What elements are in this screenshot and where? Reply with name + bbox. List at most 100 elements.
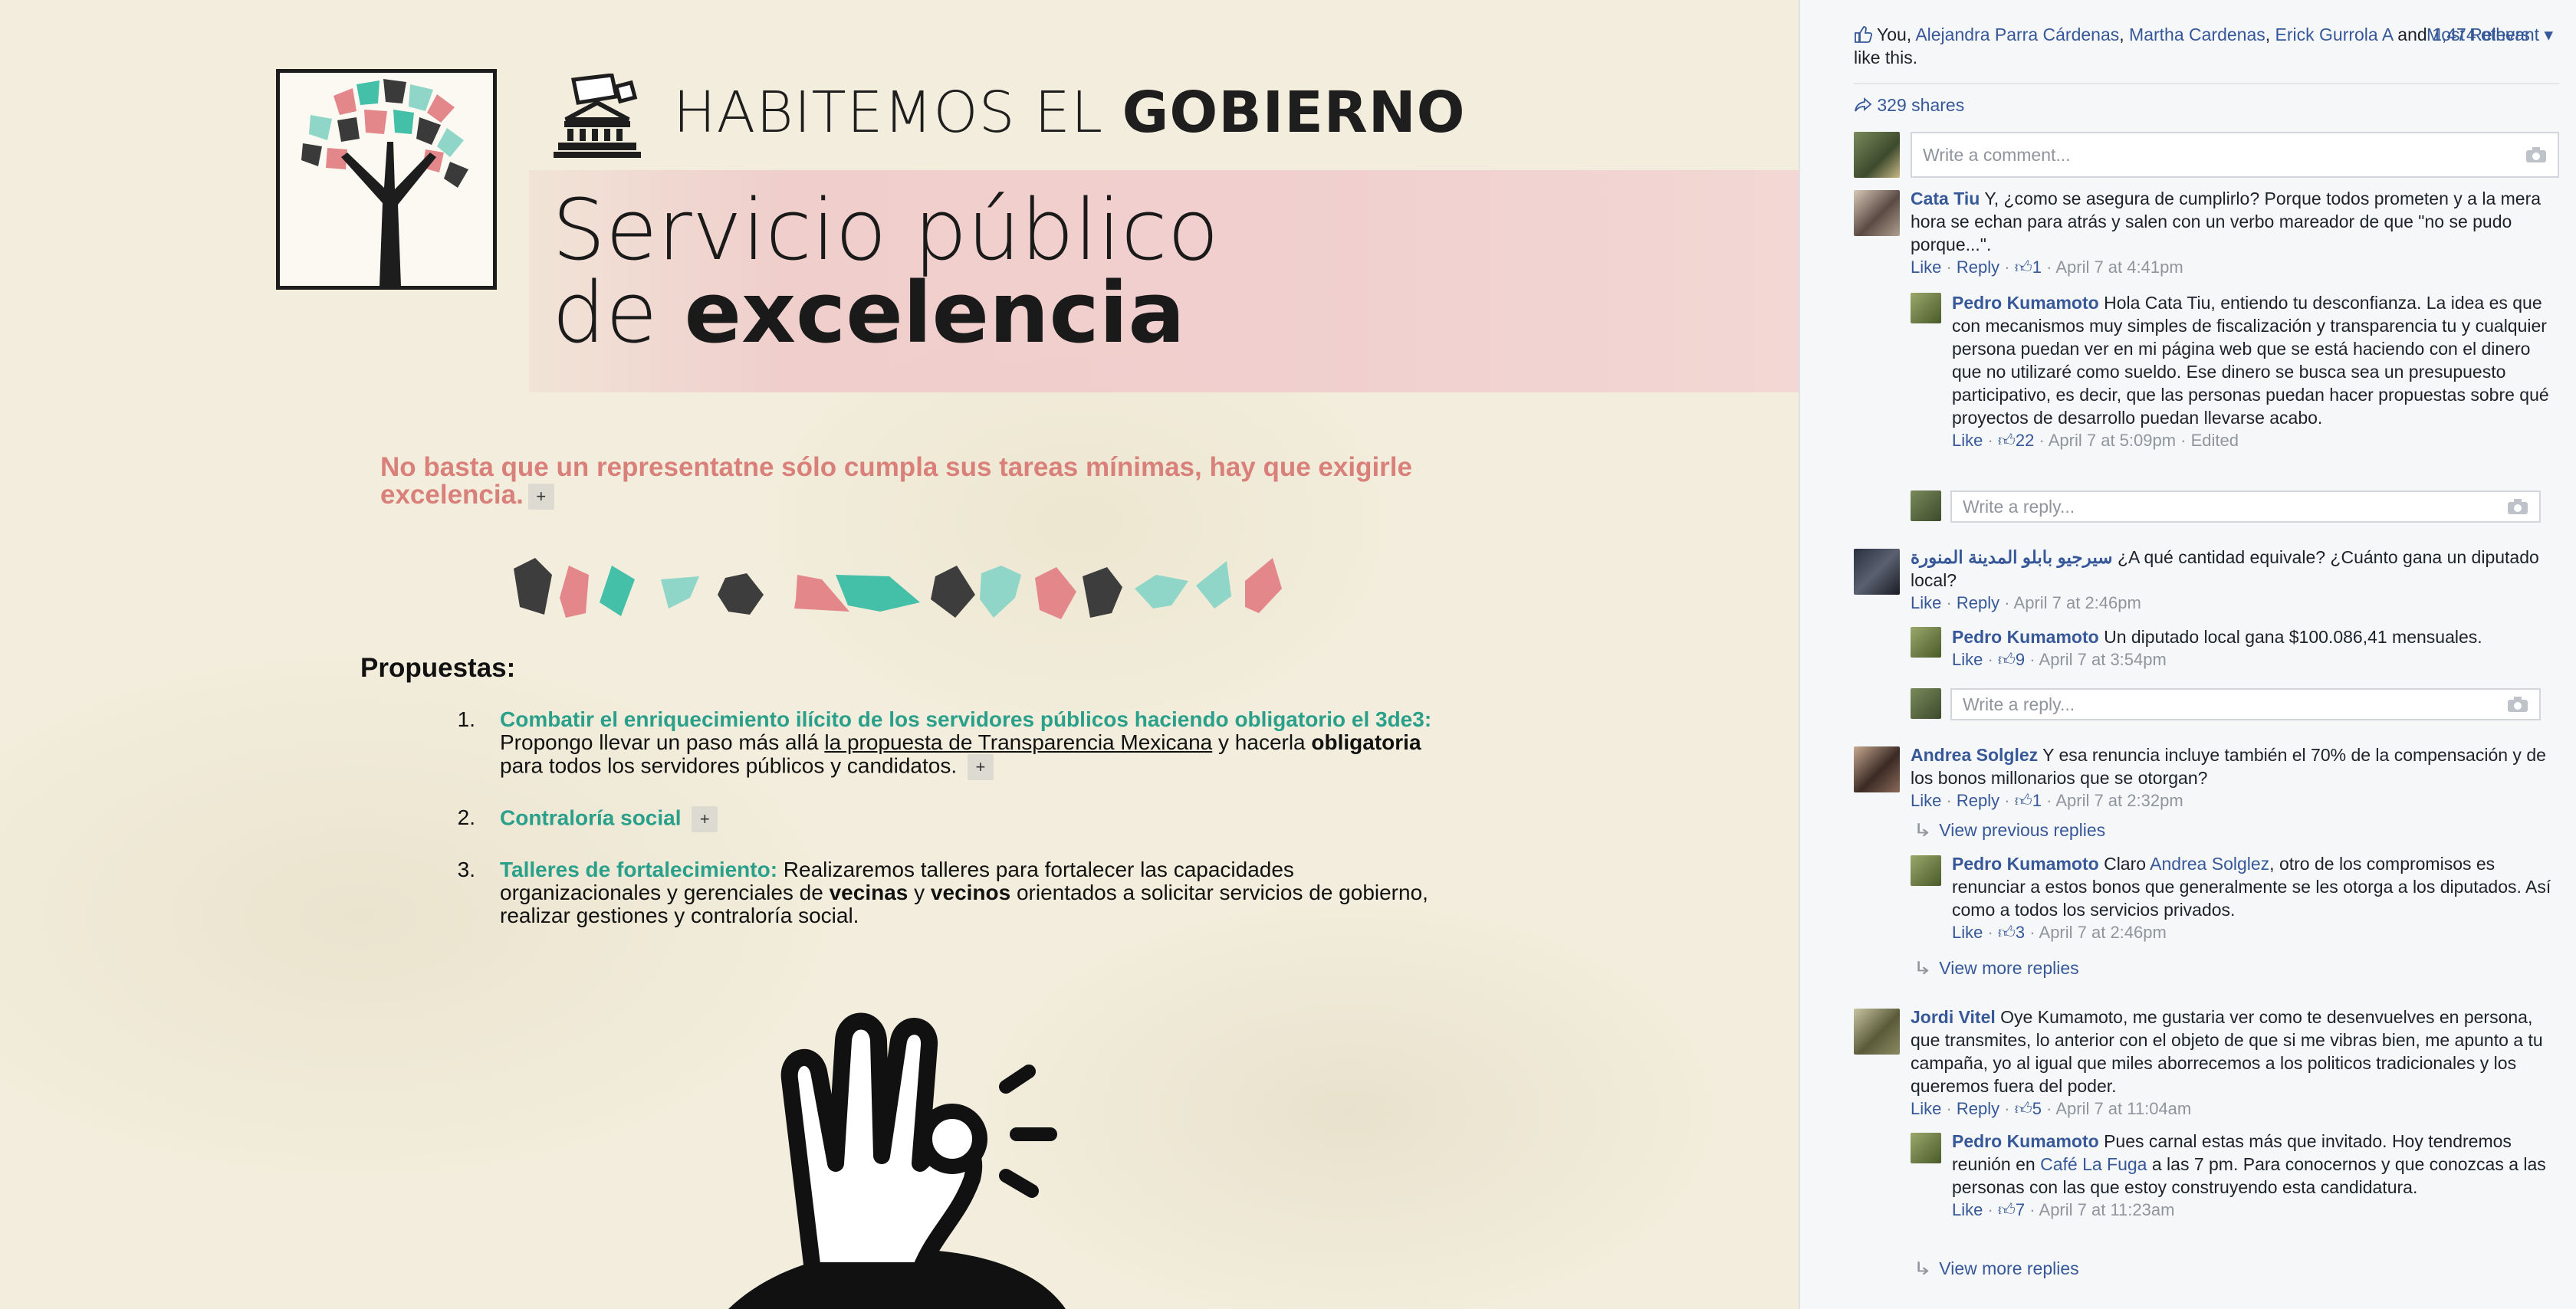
- timestamp[interactable]: April 7 at 4:41pm: [2055, 258, 2183, 277]
- reply-arrow-icon: ↳: [1913, 1258, 1933, 1278]
- like-link[interactable]: Like: [1952, 431, 1983, 450]
- proposal-heading: Contraloría social: [500, 805, 682, 830]
- likes-count[interactable]: 9: [2016, 650, 2025, 669]
- timestamp[interactable]: April 7 at 2:46pm: [2039, 923, 2167, 942]
- replier-avatar[interactable]: [1911, 627, 1941, 658]
- timestamp[interactable]: April 7 at 5:09pm: [2049, 431, 2176, 450]
- expand-button[interactable]: +: [527, 483, 554, 510]
- like-link[interactable]: Like: [1952, 650, 1983, 669]
- proposal-text: y hacerla: [1212, 730, 1312, 754]
- expand-button[interactable]: +: [692, 806, 718, 832]
- reply-link[interactable]: Reply: [1957, 1099, 1999, 1118]
- view-more-label: View more replies: [1939, 1258, 2079, 1278]
- likes-count-icon[interactable]: 👍︎: [2015, 1099, 2032, 1118]
- reply: Pedro Kumamoto Hola Cata Tiu, entiendo t…: [1952, 291, 2558, 452]
- like-link[interactable]: Like: [1911, 593, 1941, 612]
- camera-icon[interactable]: [2525, 146, 2547, 163]
- comment-input[interactable]: Write a comment...: [1911, 132, 2559, 178]
- like-link[interactable]: Like: [1911, 258, 1941, 277]
- reply-meta: Like · 👍︎7 · April 7 at 11:23am: [1952, 1200, 2175, 1219]
- likes-count-icon[interactable]: 👍︎: [1998, 650, 2016, 669]
- proposal-bold-text: obligatoria: [1311, 730, 1421, 754]
- title-line-2-light: de: [552, 264, 658, 362]
- liker-link[interactable]: Alejandra Parra Cárdenas: [1915, 25, 2119, 44]
- commenter-avatar[interactable]: [1854, 1009, 1900, 1055]
- reply-arrow-icon: ↳: [1913, 820, 1933, 840]
- reply: Pedro Kumamoto Un diputado local gana $1…: [1952, 625, 2558, 671]
- reply-text: Claro: [2104, 854, 2150, 874]
- liker-link[interactable]: Martha Cardenas: [2129, 25, 2266, 44]
- likes-count-icon[interactable]: 👍︎: [2015, 258, 2032, 277]
- view-more-replies[interactable]: ↳ View more replies: [1913, 1258, 2079, 1279]
- commenter-avatar[interactable]: [1854, 549, 1900, 595]
- likes-count-icon[interactable]: 👍︎: [2015, 791, 2032, 810]
- mention-link[interactable]: Andrea Solglez: [2150, 854, 2269, 874]
- mention-link[interactable]: Café La Fuga: [2040, 1154, 2147, 1174]
- comment-text: Oye Kumamoto, me gustaria ver como te de…: [1911, 1007, 2543, 1096]
- likes-count[interactable]: 1: [2032, 791, 2042, 810]
- like-link[interactable]: Like: [1911, 791, 1941, 810]
- expand-button[interactable]: +: [967, 754, 994, 780]
- liker-link[interactable]: Erick Gurrola A: [2275, 25, 2393, 44]
- replier-name[interactable]: Pedro Kumamoto: [1952, 1131, 2099, 1151]
- view-more-replies[interactable]: ↳ View more replies: [1913, 958, 2079, 979]
- proposal-number: 3.: [457, 858, 475, 881]
- edited-label[interactable]: Edited: [2191, 431, 2239, 450]
- commenter-name[interactable]: سيرجيو بابلو المدينة المنورة: [1911, 547, 2113, 567]
- transparencia-link[interactable]: la propuesta de Transparencia Mexicana: [824, 730, 1212, 754]
- reply-input[interactable]: Write a reply...: [1950, 490, 2541, 523]
- camera-icon[interactable]: [2507, 696, 2528, 713]
- timestamp[interactable]: April 7 at 2:46pm: [2014, 593, 2141, 612]
- reply-input[interactable]: Write a reply...: [1950, 688, 2541, 720]
- reply-link[interactable]: Reply: [1957, 258, 1999, 277]
- timestamp[interactable]: April 7 at 2:32pm: [2055, 791, 2183, 810]
- likes-count[interactable]: 5: [2032, 1099, 2042, 1118]
- likes-count-icon[interactable]: 👍︎: [1998, 431, 2016, 450]
- reply-meta: Like · 👍︎9 · April 7 at 3:54pm: [1952, 650, 2167, 669]
- reply-placeholder: Write a reply...: [1963, 497, 2075, 517]
- view-previous-label: View previous replies: [1939, 820, 2106, 840]
- likes-suffix: like this.: [1854, 48, 1918, 67]
- view-previous-replies[interactable]: ↳ View previous replies: [1913, 820, 2106, 841]
- commenter-name[interactable]: Andrea Solglez: [1911, 745, 2038, 765]
- commenter-avatar[interactable]: [1854, 190, 1900, 236]
- timestamp[interactable]: April 7 at 3:54pm: [2039, 650, 2167, 669]
- replier-name[interactable]: Pedro Kumamoto: [1952, 293, 2099, 313]
- replier-avatar[interactable]: [1911, 1133, 1941, 1163]
- camera-icon[interactable]: [2507, 498, 2528, 515]
- comment: Cata Tiu Y, ¿como se asegura de cumplirl…: [1911, 187, 2559, 279]
- divider: [1854, 83, 2559, 84]
- timestamp[interactable]: April 7 at 11:23am: [2039, 1200, 2175, 1219]
- proposal-item: 2. Contraloría social +: [445, 806, 1441, 832]
- proposal-heading: Combatir el enriquecimiento ilícito de l…: [500, 707, 1432, 731]
- proposal-text: Propongo llevar un paso más allá: [500, 730, 825, 754]
- commenter-name[interactable]: Cata Tiu: [1911, 189, 1980, 208]
- reply-link[interactable]: Reply: [1957, 791, 1999, 810]
- replier-avatar[interactable]: [1911, 855, 1941, 886]
- likes-count-icon[interactable]: 👍︎: [1998, 923, 2016, 942]
- shares-link[interactable]: 329 shares: [1854, 95, 1964, 116]
- timestamp[interactable]: April 7 at 11:04am: [2055, 1099, 2191, 1118]
- like-link[interactable]: Like: [1911, 1099, 1941, 1118]
- likes-count[interactable]: 22: [2016, 431, 2034, 450]
- reply-meta: Like · 👍︎22 · April 7 at 5:09pm · Edited: [1952, 431, 2239, 450]
- like-link[interactable]: Like: [1952, 1200, 1983, 1219]
- sort-dropdown[interactable]: Most Relevant ▾: [2426, 25, 2553, 45]
- commenter-name[interactable]: Jordi Vitel: [1911, 1007, 1996, 1027]
- proposal-number: 1.: [457, 707, 475, 731]
- page-title: Servicio público de excelencia: [552, 188, 1219, 355]
- commenter-avatar[interactable]: [1854, 746, 1900, 792]
- replier-name[interactable]: Pedro Kumamoto: [1952, 627, 2099, 647]
- replier-name[interactable]: Pedro Kumamoto: [1952, 854, 2099, 874]
- comment: سيرجيو بابلو المدينة المنورة ¿A qué cant…: [1911, 546, 2559, 615]
- likes-count[interactable]: 1: [2032, 258, 2042, 277]
- like-link[interactable]: Like: [1952, 923, 1983, 942]
- likes-count[interactable]: 3: [2016, 923, 2025, 942]
- replier-avatar[interactable]: [1911, 293, 1941, 323]
- comment: Jordi Vitel Oye Kumamoto, me gustaria ve…: [1911, 1006, 2559, 1120]
- reply-arrow-icon: ↳: [1913, 958, 1933, 978]
- reply-link[interactable]: Reply: [1957, 593, 1999, 612]
- likes-count[interactable]: 7: [2016, 1200, 2025, 1219]
- likes-count-icon[interactable]: 👍︎: [1998, 1200, 2016, 1219]
- reply: Pedro Kumamoto Claro Andrea Solglez, otr…: [1952, 852, 2558, 944]
